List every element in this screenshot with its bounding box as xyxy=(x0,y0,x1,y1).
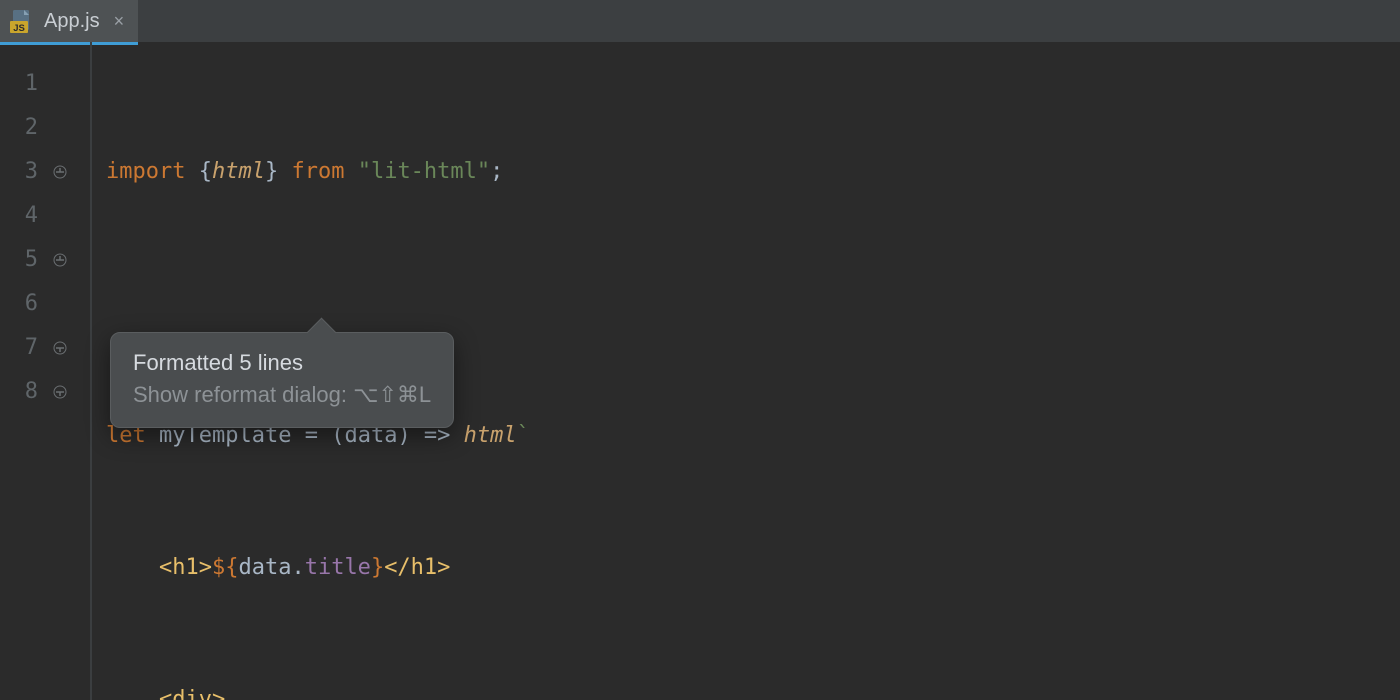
line-number: 1 xyxy=(0,62,52,106)
gutter-line-numbers: 1 2 3 4 5 6 7 8 xyxy=(0,42,52,700)
line-number: 7 xyxy=(0,326,52,370)
tab-filename: App.js xyxy=(44,10,100,33)
tooltip-title: Formatted 5 lines xyxy=(133,347,431,379)
code-line[interactable]: <div> xyxy=(92,678,1400,700)
line-number: 2 xyxy=(0,106,52,150)
code-line[interactable]: <h1>${data.title}</h1> xyxy=(92,546,1400,590)
line-number: 5 xyxy=(0,238,52,282)
fold-toggle-icon[interactable] xyxy=(52,238,68,282)
line-number: 4 xyxy=(0,194,52,238)
close-icon[interactable]: × xyxy=(110,11,125,32)
javascript-file-icon: JS xyxy=(10,9,34,33)
fold-toggle-icon[interactable] xyxy=(52,370,68,414)
tooltip-hint: Show reformat dialog: ⌥⇧⌘L xyxy=(133,379,431,411)
tab-bar: JS App.js × xyxy=(0,0,1400,42)
code-line[interactable]: import {html} from "lit-html"; xyxy=(92,150,1400,194)
line-number: 3 xyxy=(0,150,52,194)
reformat-notification-tooltip: Formatted 5 lines Show reformat dialog: … xyxy=(110,332,454,428)
tab-active[interactable]: JS App.js × xyxy=(0,0,138,42)
svg-text:JS: JS xyxy=(13,23,25,33)
code-line[interactable] xyxy=(92,282,1400,326)
fold-toggle-icon[interactable] xyxy=(52,326,68,370)
line-number: 8 xyxy=(0,370,52,414)
line-number: 6 xyxy=(0,282,52,326)
gutter-fold xyxy=(52,42,90,700)
fold-toggle-icon[interactable] xyxy=(52,150,68,194)
